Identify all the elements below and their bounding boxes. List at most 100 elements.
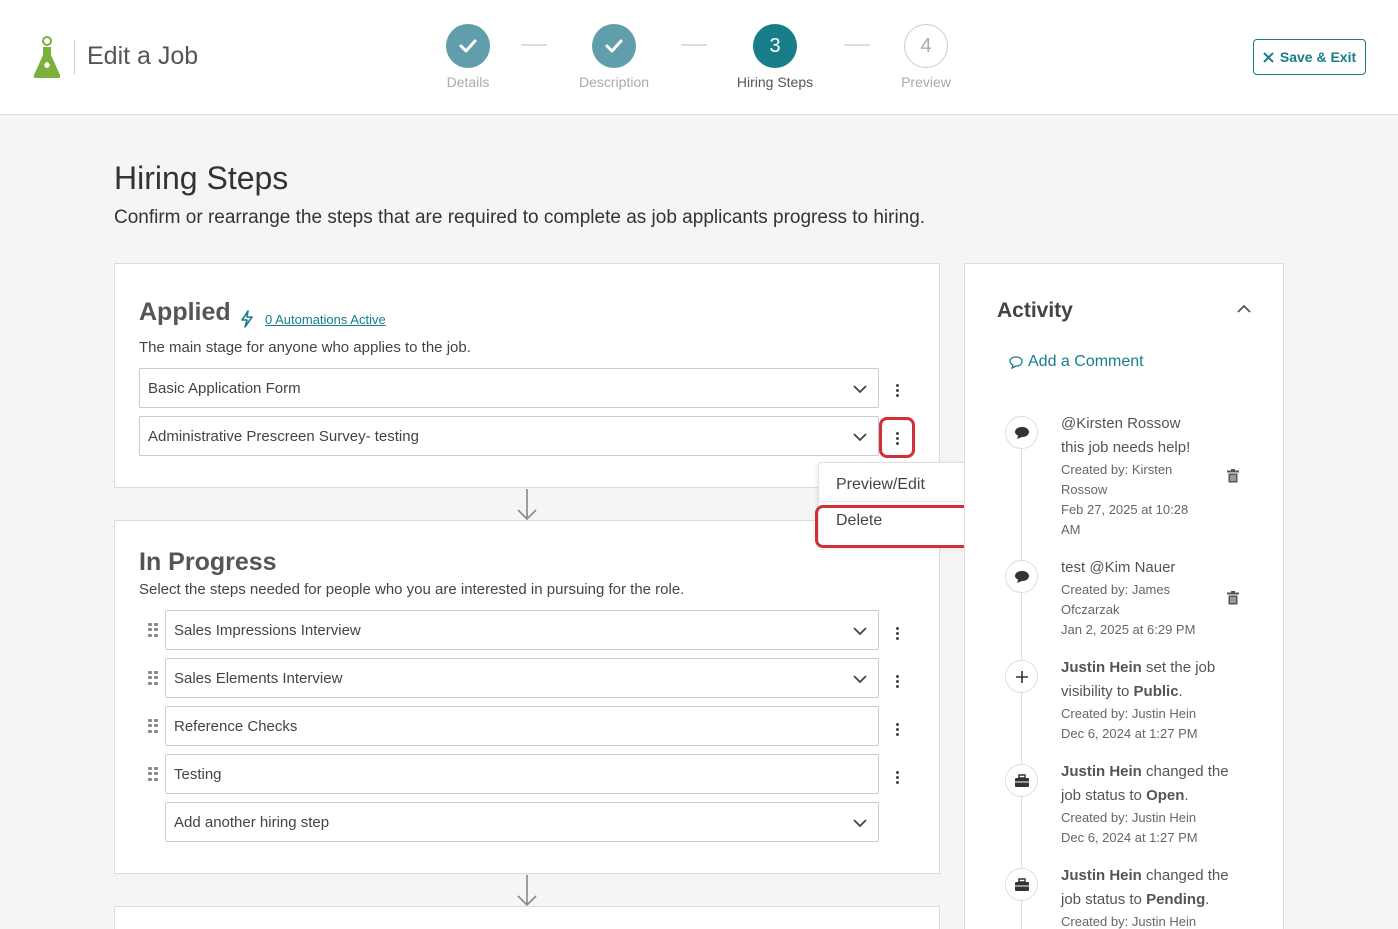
drag-handle-icon[interactable] (148, 623, 158, 637)
activity-meta: Created by: Justin Hein (1061, 912, 1211, 929)
activity-text-line: @Kirsten Rossow (1061, 415, 1181, 432)
stage-card-applied: Applied 0 Automations Active The main st… (114, 263, 940, 488)
activity-action: changed the (1146, 867, 1229, 884)
step-select[interactable]: Administrative Prescreen Survey- testing (139, 416, 879, 456)
activity-value: Pending (1146, 891, 1206, 908)
activity-actor: Justin Hein (1061, 867, 1142, 884)
activity-meta-line: AM (1061, 522, 1081, 537)
step-hiring-steps[interactable]: 3 Hiring Steps (715, 24, 835, 90)
drag-handle-icon[interactable] (148, 671, 158, 685)
menu-item-preview-edit[interactable]: Preview/Edit (836, 476, 925, 494)
step-options-button[interactable] (891, 767, 903, 787)
briefcase-icon (1005, 764, 1038, 797)
arrow-down-icon (517, 489, 537, 521)
add-step-placeholder: Add another hiring step (174, 813, 330, 831)
activity-actor: Justin Hein (1061, 659, 1142, 676)
save-exit-label: Save & Exit (1279, 49, 1357, 65)
arrow-down-icon (517, 875, 537, 907)
activity-value: Open (1146, 787, 1185, 804)
activity-meta-line: Dec 6, 2024 at 1:27 PM (1061, 726, 1198, 741)
step-connector (681, 44, 707, 46)
automations-indicator: 0 Automations Active (239, 310, 386, 328)
activity-text: @Kirsten Rossow this job needs help! (1061, 412, 1236, 460)
step-select[interactable]: Sales Impressions Interview (165, 610, 879, 650)
trash-icon[interactable] (1227, 469, 1239, 483)
activity-text: Justin Hein changed the job status to Op… (1061, 763, 1229, 804)
activity-meta-line: Jan 2, 2025 at 6:29 PM (1061, 622, 1196, 637)
chevron-down-icon (853, 433, 867, 442)
page-title: Hiring Steps (114, 160, 289, 196)
activity-meta: Created by: Justin Hein Dec 6, 2024 at 1… (1061, 808, 1211, 848)
comment-outline-icon (1009, 356, 1023, 369)
step-field-value: Reference Checks (174, 717, 298, 735)
activity-meta-line: Created by: Justin Hein (1061, 810, 1197, 825)
step-field[interactable]: Testing (165, 754, 879, 794)
activity-actor: Justin Hein (1061, 763, 1142, 780)
highlight-ring (815, 505, 979, 548)
step-select[interactable]: Basic Application Form (139, 368, 879, 408)
chevron-down-icon (853, 675, 867, 684)
activity-text: Justin Hein changed the job status to Pe… (1061, 867, 1229, 908)
activity-text: Justin Hein set the job visibility to Pu… (1061, 659, 1216, 700)
step-select[interactable]: Sales Elements Interview (165, 658, 879, 698)
step-details[interactable]: Details (408, 24, 528, 90)
step-options-button[interactable] (891, 671, 903, 691)
stage-card-next (114, 906, 940, 929)
activity-text-line: test @Kim Nauer (1061, 559, 1176, 576)
stage-description: Select the steps needed for people who y… (139, 581, 685, 598)
page-header-title: Edit a Job (87, 42, 199, 70)
plus-icon (1005, 660, 1038, 693)
chevron-down-icon (853, 819, 867, 828)
stage-card-in-progress: In Progress Select the steps needed for … (114, 520, 940, 874)
drag-handle-icon[interactable] (148, 719, 158, 733)
close-icon (1263, 51, 1274, 63)
comment-icon (1005, 416, 1038, 449)
step-label: Details (446, 74, 490, 90)
step-description[interactable]: Description (554, 24, 674, 90)
menu-divider (819, 501, 974, 502)
chevron-up-icon[interactable] (1237, 304, 1251, 314)
save-exit-button[interactable]: Save & Exit (1253, 39, 1366, 75)
step-options-button[interactable] (891, 380, 903, 400)
stage-title: Applied (139, 298, 231, 326)
logo-flask-icon (33, 36, 61, 78)
add-comment-button[interactable]: Add a Comment (1009, 353, 1144, 371)
activity-action: set the job (1146, 659, 1216, 676)
activity-action: job status to (1061, 891, 1142, 908)
page-subtitle: Confirm or rearrange the steps that are … (114, 207, 926, 228)
step-select-value: Administrative Prescreen Survey- testing (148, 427, 419, 445)
step-preview[interactable]: 4 Preview (866, 24, 986, 90)
step-options-button[interactable] (891, 719, 903, 739)
activity-meta: Created by: Justin Hein Dec 6, 2024 at 1… (1061, 704, 1211, 744)
activity-text-line: this job needs help! (1061, 439, 1191, 456)
trash-icon[interactable] (1227, 591, 1239, 605)
highlight-ring (879, 417, 915, 458)
activity-value: Public (1133, 683, 1179, 700)
activity-meta-line: Created by: Kirsten (1061, 462, 1173, 477)
add-step-select[interactable]: Add another hiring step (165, 802, 879, 842)
logo-divider (74, 40, 75, 74)
step-select-value: Sales Elements Interview (174, 669, 343, 687)
lightning-icon (241, 310, 253, 328)
activity-meta-line: Created by: James (1061, 582, 1171, 597)
step-label: Description (578, 74, 650, 90)
activity-text: test @Kim Nauer (1061, 556, 1236, 580)
chevron-down-icon (853, 385, 867, 394)
step-connector (521, 44, 547, 46)
step-options-button[interactable] (891, 623, 903, 643)
step-label: Hiring Steps (736, 74, 814, 90)
step-field[interactable]: Reference Checks (165, 706, 879, 746)
drag-handle-icon[interactable] (148, 767, 158, 781)
step-label: Preview (901, 74, 951, 90)
automations-link[interactable]: 0 Automations Active (265, 312, 386, 327)
activity-meta-line: Created by: Justin Hein (1061, 706, 1197, 721)
activity-meta: Created by: James Ofczarzak Jan 2, 2025 … (1061, 580, 1211, 640)
activity-meta-line: Feb 27, 2025 at 10:28 (1061, 502, 1189, 517)
activity-meta: Created by: Kirsten Rossow Feb 27, 2025 … (1061, 460, 1211, 540)
step-number: 3 (753, 24, 797, 68)
activity-action: changed the (1146, 763, 1229, 780)
activity-action: job status to (1061, 787, 1142, 804)
stage-description: The main stage for anyone who applies to… (139, 339, 471, 356)
stage-title: In Progress (139, 548, 277, 576)
check-icon (446, 24, 490, 68)
